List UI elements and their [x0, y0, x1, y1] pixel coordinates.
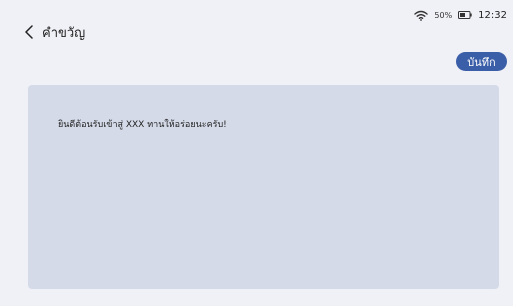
screen: 50% 12:32 คำขวัญ บันทึก ยินดีต้อนรับเข้า… — [0, 0, 513, 306]
page-title: คำขวัญ — [42, 25, 86, 41]
save-button[interactable]: บันทึก — [456, 52, 507, 71]
battery-icon — [458, 11, 472, 19]
welcome-message-text: ยินดีต้อนรับเข้าสู่ XXX ทานให้อร่อยนะครั… — [58, 120, 227, 130]
battery-percent: 50% — [434, 10, 453, 20]
wifi-icon — [414, 10, 429, 21]
welcome-message-textarea[interactable]: ยินดีต้อนรับเข้าสู่ XXX ทานให้อร่อยนะครั… — [28, 85, 499, 289]
chevron-left-icon[interactable] — [24, 25, 34, 39]
back-navigation[interactable]: คำขวัญ — [24, 22, 85, 42]
status-bar: 50% 12:32 — [414, 8, 507, 22]
clock: 12:32 — [478, 9, 507, 21]
